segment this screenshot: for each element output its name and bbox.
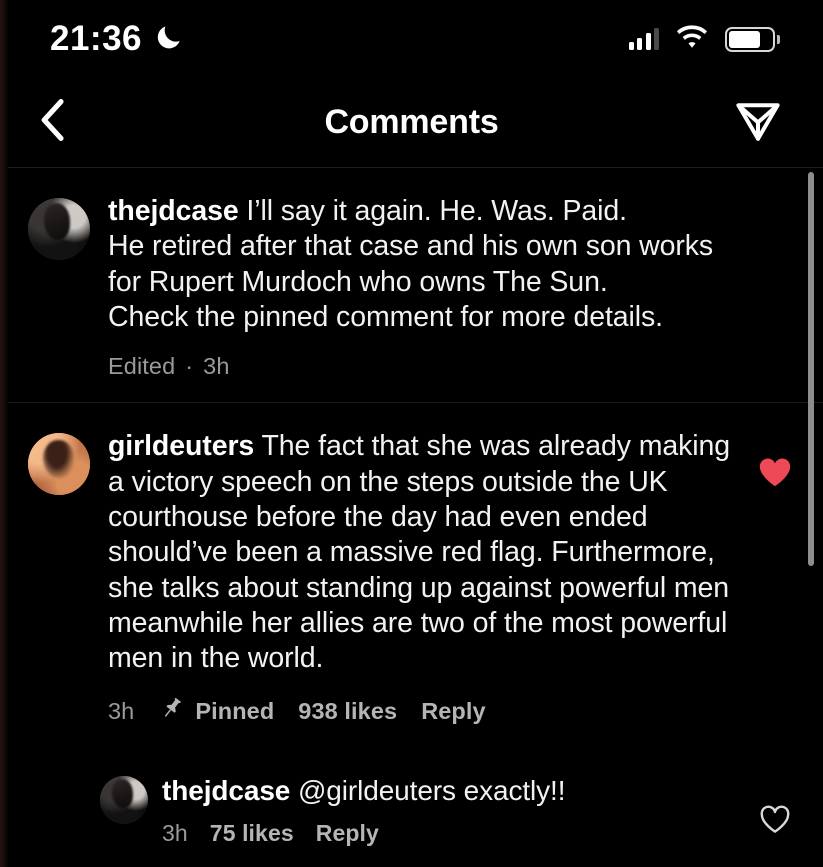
comment-reply-item[interactable]: thejdcase @girldeuters exactly!! 3h 75 l… bbox=[0, 750, 823, 867]
like-count: 75 likes bbox=[209, 820, 294, 847]
avatar[interactable] bbox=[28, 433, 90, 496]
page-title: Comments bbox=[324, 103, 499, 141]
status-bar-right bbox=[628, 24, 780, 55]
like-column bbox=[745, 429, 805, 727]
battery-icon bbox=[725, 26, 780, 52]
comment-username[interactable]: thejdcase bbox=[162, 775, 290, 806]
screen-left-bezel bbox=[0, 0, 8, 867]
avatar[interactable] bbox=[100, 775, 148, 824]
comment-body: thejdcase I’ll say it again. He. Was. Pa… bbox=[108, 194, 745, 380]
pushpin-icon bbox=[158, 695, 185, 728]
comment-meta: 3h Pinned 938 likes Reply bbox=[108, 695, 737, 728]
comment-item[interactable]: girldeuters The fact that she was alread… bbox=[0, 403, 823, 749]
like-button-filled[interactable] bbox=[756, 455, 794, 494]
comment-meta: 3h 75 likes Reply bbox=[162, 820, 737, 847]
like-button-outline[interactable] bbox=[758, 804, 792, 840]
comment-list[interactable]: thejdcase I’ll say it again. He. Was. Pa… bbox=[0, 168, 823, 867]
comment-message: @girldeuters exactly!! bbox=[297, 774, 566, 806]
comment-item[interactable]: thejdcase I’ll say it again. He. Was. Pa… bbox=[0, 168, 823, 402]
back-button[interactable] bbox=[22, 92, 84, 154]
comment-body: girldeuters The fact that she was alread… bbox=[108, 429, 745, 727]
status-bar: 21:36 bbox=[0, 0, 823, 78]
status-bar-clock: 21:36 bbox=[50, 19, 143, 58]
comment-text: thejdcase @girldeuters exactly!! bbox=[162, 774, 737, 809]
comment-body: thejdcase @girldeuters exactly!! 3h 75 l… bbox=[162, 774, 745, 848]
comment-meta-separator: · bbox=[185, 353, 194, 380]
comment-timestamp: 3h bbox=[203, 353, 230, 380]
like-column bbox=[745, 774, 805, 848]
share-button[interactable] bbox=[727, 92, 789, 154]
like-count: 938 likes bbox=[298, 697, 398, 724]
send-paper-plane-icon bbox=[732, 94, 784, 151]
comment-timestamp: 3h bbox=[162, 820, 188, 847]
pinned-indicator: Pinned bbox=[158, 695, 274, 728]
comment-text: girldeuters The fact that she was alread… bbox=[108, 429, 737, 676]
reply-button[interactable]: Reply bbox=[421, 698, 486, 725]
comment-message: The fact that she was already making a v… bbox=[108, 430, 738, 675]
status-bar-left: 21:36 bbox=[50, 19, 184, 59]
comment-username[interactable]: girldeuters bbox=[108, 430, 254, 462]
comment-edited-label: Edited bbox=[108, 353, 176, 380]
comment-username[interactable]: thejdcase bbox=[108, 195, 239, 227]
comment-list-scrollbar[interactable] bbox=[808, 172, 814, 566]
chevron-left-icon bbox=[33, 96, 73, 149]
wifi-icon bbox=[675, 24, 709, 55]
comment-text: thejdcase I’ll say it again. He. Was. Pa… bbox=[108, 194, 737, 335]
crescent-moon-icon bbox=[154, 22, 184, 57]
reply-button[interactable]: Reply bbox=[316, 820, 379, 847]
cellular-signal-icon bbox=[628, 28, 659, 50]
avatar[interactable] bbox=[28, 198, 90, 260]
instagram-comments-screen: 21:36 Comments thejdcase I’ll say it aga… bbox=[0, 0, 823, 867]
pinned-label: Pinned bbox=[195, 697, 275, 724]
comment-meta: Edited · 3h bbox=[108, 353, 737, 380]
navigation-header: Comments bbox=[0, 78, 823, 167]
like-column bbox=[745, 194, 805, 380]
comment-timestamp: 3h bbox=[108, 697, 135, 724]
